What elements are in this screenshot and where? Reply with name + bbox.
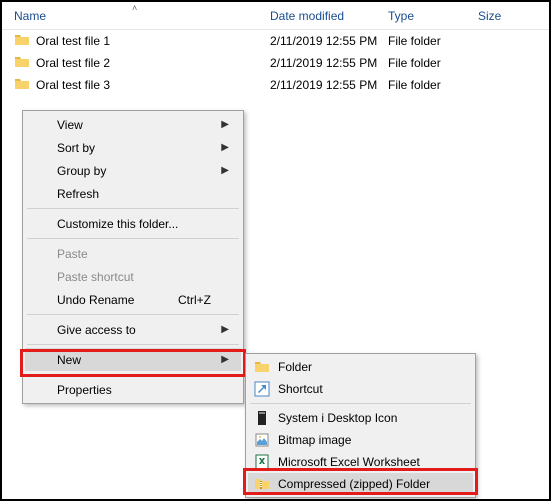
file-row[interactable]: Oral test file 1 2/11/2019 12:55 PMFile f… <box>2 30 549 52</box>
column-header-name[interactable]: Name <box>14 9 270 23</box>
menu-separator <box>27 238 239 239</box>
menu-separator <box>27 374 239 375</box>
file-type: File folder <box>388 56 478 70</box>
file-name: Oral test file 1 <box>36 34 110 48</box>
column-header-type[interactable]: Type <box>388 9 478 23</box>
context-menu: View▶ Sort by▶ Group by▶ Refresh Customi… <box>22 110 244 404</box>
menu-customize-folder[interactable]: Customize this folder... <box>25 212 241 235</box>
menu-paste-shortcut: Paste shortcut <box>25 265 241 288</box>
submenu-shortcut[interactable]: Shortcut <box>248 378 473 400</box>
folder-icon <box>14 76 30 95</box>
submenu-arrow-icon: ▶ <box>221 142 229 153</box>
submenu-bitmap-image[interactable]: Bitmap image <box>248 429 473 451</box>
menu-view[interactable]: View▶ <box>25 113 241 136</box>
menu-refresh[interactable]: Refresh <box>25 182 241 205</box>
folder-icon <box>14 32 30 51</box>
menu-shortcut-key: Ctrl+Z <box>178 293 211 307</box>
submenu-compressed-folder[interactable]: Compressed (zipped) Folder <box>248 473 473 495</box>
file-date: 2/11/2019 12:55 PM <box>270 78 388 92</box>
bitmap-icon <box>254 432 270 448</box>
menu-group-by[interactable]: Group by▶ <box>25 159 241 182</box>
folder-icon <box>14 54 30 73</box>
menu-new[interactable]: New▶ <box>25 348 241 371</box>
column-header-row: ˄ Name Date modified Type Size <box>2 2 549 30</box>
new-submenu: Folder Shortcut System i Desktop Icon Bi… <box>245 353 476 498</box>
submenu-excel-worksheet[interactable]: Microsoft Excel Worksheet <box>248 451 473 473</box>
file-name: Oral test file 2 <box>36 56 110 70</box>
column-header-size[interactable]: Size <box>478 9 537 23</box>
file-name: Oral test file 3 <box>36 78 110 92</box>
excel-icon <box>254 454 270 470</box>
file-row[interactable]: Oral test file 3 2/11/2019 12:55 PMFile f… <box>2 74 549 96</box>
systemi-icon <box>254 410 270 426</box>
submenu-arrow-icon: ▶ <box>221 165 229 176</box>
file-date: 2/11/2019 12:55 PM <box>270 34 388 48</box>
menu-properties[interactable]: Properties <box>25 378 241 401</box>
menu-separator <box>250 403 471 404</box>
submenu-folder[interactable]: Folder <box>248 356 473 378</box>
menu-give-access-to[interactable]: Give access to▶ <box>25 318 241 341</box>
file-type: File folder <box>388 34 478 48</box>
submenu-arrow-icon: ▶ <box>221 354 229 365</box>
submenu-arrow-icon: ▶ <box>221 324 229 335</box>
menu-separator <box>27 344 239 345</box>
sort-ascending-icon: ˄ <box>132 3 137 13</box>
menu-undo-rename[interactable]: Undo RenameCtrl+Z <box>25 288 241 311</box>
shortcut-icon <box>254 381 270 397</box>
submenu-arrow-icon: ▶ <box>221 119 229 130</box>
zip-folder-icon <box>254 476 270 492</box>
menu-paste: Paste <box>25 242 241 265</box>
file-row[interactable]: Oral test file 2 2/11/2019 12:55 PMFile f… <box>2 52 549 74</box>
folder-icon <box>254 359 270 375</box>
file-list: Oral test file 12/11/2019 12:55 PMFile f… <box>2 30 549 96</box>
menu-sort-by[interactable]: Sort by▶ <box>25 136 241 159</box>
column-header-date[interactable]: Date modified <box>270 9 388 23</box>
file-date: 2/11/2019 12:55 PM <box>270 56 388 70</box>
menu-separator <box>27 208 239 209</box>
file-type: File folder <box>388 78 478 92</box>
submenu-systemi-desktop[interactable]: System i Desktop Icon <box>248 407 473 429</box>
menu-separator <box>27 314 239 315</box>
